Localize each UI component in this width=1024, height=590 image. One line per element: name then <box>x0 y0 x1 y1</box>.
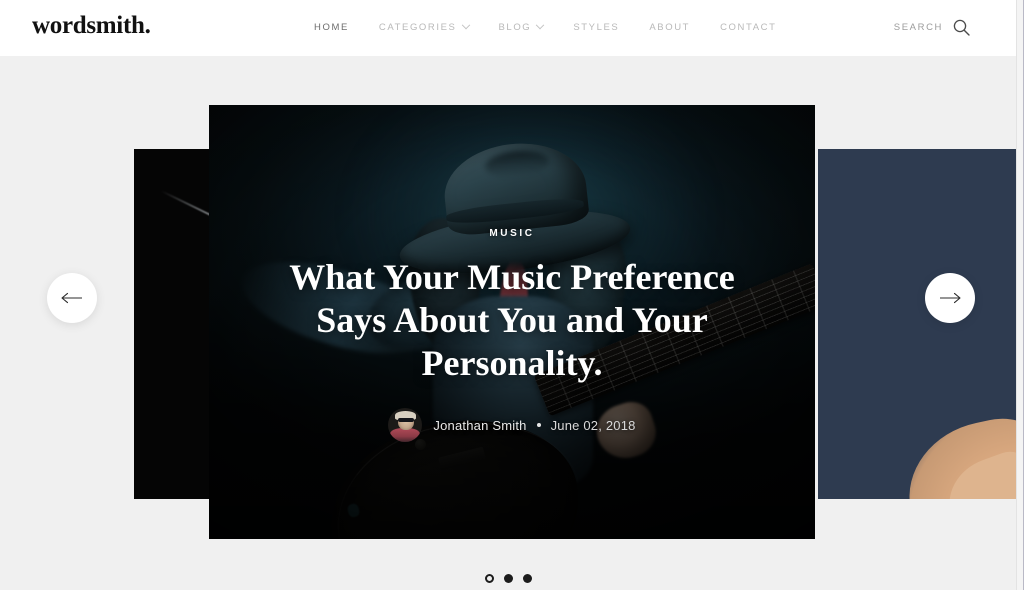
chevron-down-icon <box>536 20 545 30</box>
main-navigation: HOME CATEGORIES BLOG STYLES ABOUT CONTAC… <box>299 20 792 36</box>
nav-item-label: HOME <box>314 22 349 33</box>
slide-content: MUSIC What Your Music Preference Says Ab… <box>209 105 815 539</box>
nav-item-styles[interactable]: STYLES <box>558 20 634 36</box>
slide-title[interactable]: What Your Music Preference Says About Yo… <box>277 256 747 385</box>
slide-next-preview[interactable] <box>818 149 1024 499</box>
hero-slider: MUSIC What Your Music Preference Says Ab… <box>0 56 1024 590</box>
slider-next-button[interactable] <box>925 273 975 323</box>
meta-separator-dot <box>536 423 541 427</box>
slide-meta-text: Jonathan Smith June 02, 2018 <box>433 418 635 433</box>
arrow-left-icon <box>61 292 83 304</box>
window-scrollbar[interactable] <box>1016 0 1024 590</box>
search-label: SEARCH <box>893 21 943 33</box>
slider-prev-button[interactable] <box>47 273 97 323</box>
pagination-dot-1[interactable] <box>484 574 494 583</box>
nav-item-label: STYLES <box>573 22 620 33</box>
publish-date: June 02, 2018 <box>550 417 636 433</box>
author-avatar[interactable] <box>388 408 423 442</box>
nav-item-home[interactable]: HOME <box>299 20 364 36</box>
search-toggle[interactable]: SEARCH <box>894 19 970 36</box>
nav-item-categories[interactable]: CATEGORIES <box>364 20 484 36</box>
pagination-dot-3[interactable] <box>522 574 532 583</box>
arrow-right-icon <box>939 292 961 304</box>
pagination-dot-2[interactable] <box>503 574 513 583</box>
nav-item-label: BLOG <box>498 22 532 33</box>
site-logo[interactable]: wordsmith. <box>32 13 151 38</box>
nav-item-label: CONTACT <box>720 22 777 33</box>
chevron-down-icon <box>461 20 470 30</box>
author-name[interactable]: Jonathan Smith <box>433 418 526 433</box>
slide-category-label[interactable]: MUSIC <box>489 228 534 239</box>
nav-item-blog[interactable]: BLOG <box>484 20 559 36</box>
nav-item-label: CATEGORIES <box>378 22 457 33</box>
search-icon[interactable] <box>953 19 970 36</box>
site-header: wordsmith. HOME CATEGORIES BLOG STYLES A… <box>0 0 1016 56</box>
slide-meta: Jonathan Smith June 02, 2018 <box>388 408 635 442</box>
nav-item-contact[interactable]: CONTACT <box>705 20 791 36</box>
slider-pagination <box>0 574 1016 583</box>
nav-item-label: ABOUT <box>649 22 691 33</box>
nav-item-about[interactable]: ABOUT <box>634 20 705 36</box>
slide-active[interactable]: MUSIC What Your Music Preference Says Ab… <box>209 105 815 539</box>
